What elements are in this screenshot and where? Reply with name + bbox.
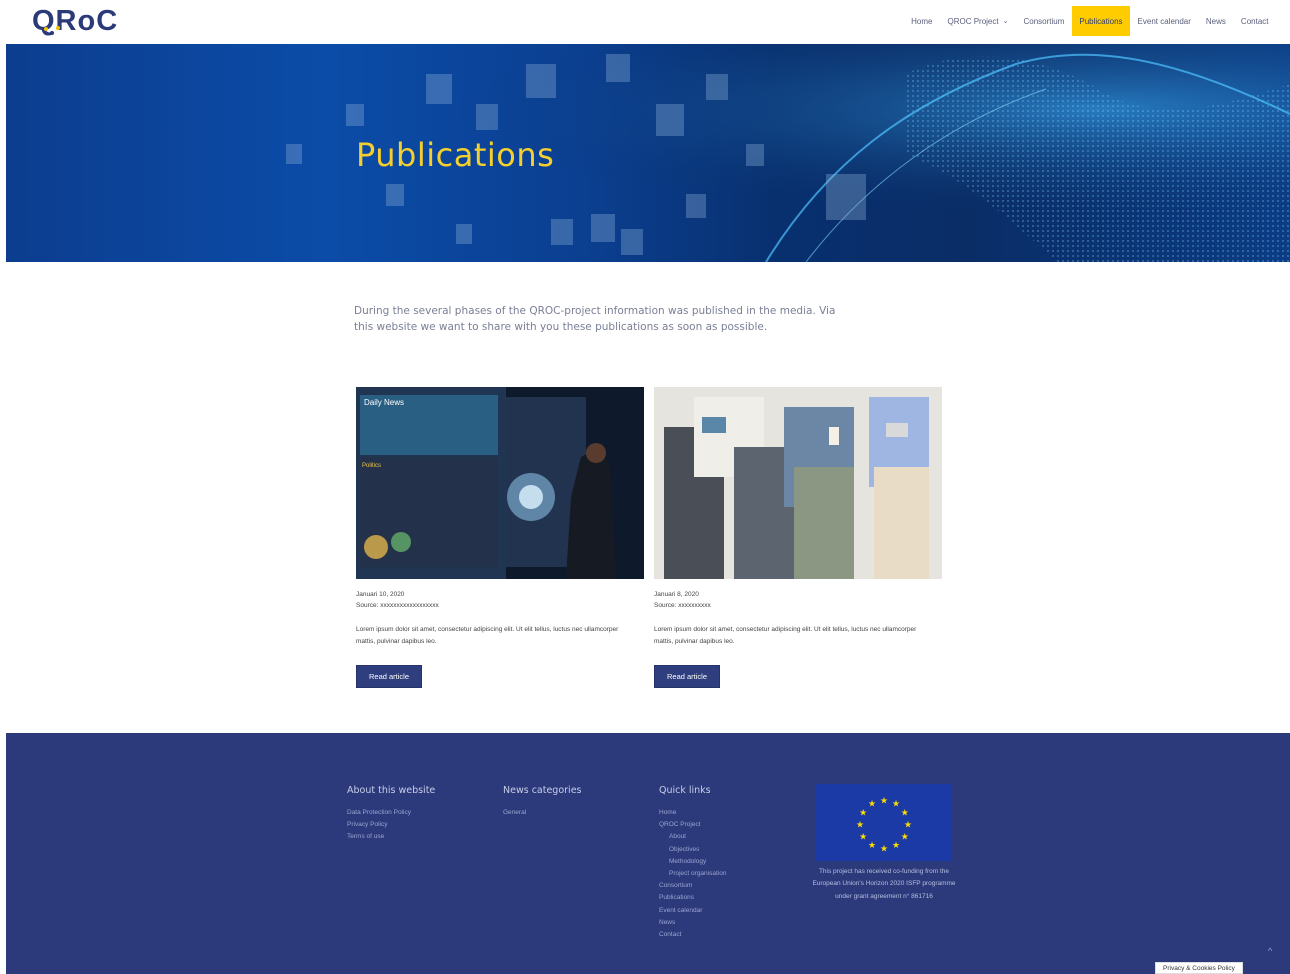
nav-item-label: Event calendar bbox=[1137, 16, 1191, 26]
footer-link[interactable]: Objectives bbox=[659, 844, 726, 856]
footer-about: About this website Data Protection Polic… bbox=[347, 785, 435, 844]
footer-quick-heading: Quick links bbox=[659, 785, 711, 796]
site-footer: About this website Data Protection Polic… bbox=[6, 733, 1290, 974]
publication-excerpt: Lorem ipsum dolor sit amet, consectetur … bbox=[654, 626, 917, 645]
footer-link[interactable]: About bbox=[659, 831, 726, 843]
footer-link[interactable]: QROC Project bbox=[659, 819, 726, 831]
intro-text: During the several phases of the QROC-pr… bbox=[354, 305, 836, 333]
read-article-button[interactable]: Read article bbox=[356, 665, 423, 688]
publication-date: Januari 8, 2020 bbox=[654, 591, 699, 598]
footer-link[interactable]: Privacy Policy bbox=[347, 819, 435, 831]
svg-text:Politics: Politics bbox=[362, 463, 381, 469]
footer-quick-links: Quick links Home QROC Project About Objecti… bbox=[659, 785, 726, 941]
eu-funding-text: This project has received co-funding fro… bbox=[812, 868, 956, 900]
nav-item-news[interactable]: News bbox=[1198, 6, 1233, 36]
footer-link[interactable]: Contact bbox=[659, 929, 726, 941]
read-article-button[interactable]: Read article bbox=[654, 665, 721, 688]
hero-background-image bbox=[6, 44, 1290, 262]
nav-item-label: QROC Project bbox=[947, 16, 999, 26]
nav-item-consortium[interactable]: Consortium bbox=[1016, 6, 1072, 36]
footer-link[interactable]: Consortium bbox=[659, 880, 726, 892]
nav-item-contact[interactable]: Contact bbox=[1233, 6, 1276, 36]
eu-star-icon: ★ bbox=[901, 807, 909, 817]
site-logo[interactable]: QRoC bbox=[32, 5, 118, 37]
cookie-policy-button[interactable]: Privacy & Cookies Policy bbox=[1155, 962, 1243, 974]
eu-star-icon: ★ bbox=[856, 819, 864, 829]
footer-news-heading: News categories bbox=[503, 785, 582, 796]
nav-item-label: Consortium bbox=[1023, 16, 1065, 26]
publication-image[interactable]: Daily News Politics bbox=[356, 387, 644, 579]
svg-text:Daily News: Daily News bbox=[364, 398, 404, 407]
publication-card: Daily News Politics Januari 10, 2020 Sou… bbox=[356, 387, 644, 688]
eu-star-icon: ★ bbox=[868, 799, 876, 809]
logo-text: QRoC bbox=[32, 4, 119, 37]
page-title: Publications bbox=[356, 136, 555, 174]
scroll-to-top-icon[interactable]: ^ bbox=[1268, 946, 1272, 956]
footer-link[interactable]: News bbox=[659, 917, 726, 929]
nav-item-qroc-project[interactable]: QROC Project ⌄ bbox=[940, 6, 1016, 36]
publication-image[interactable] bbox=[654, 387, 942, 579]
eu-star-icon: ★ bbox=[901, 831, 909, 841]
site-header: QRoC Home QROC Project ⌄ Consortium Publicat… bbox=[0, 0, 1290, 44]
eu-star-icon: ★ bbox=[859, 807, 867, 817]
eu-star-icon: ★ bbox=[904, 819, 912, 829]
publication-card: Januari 8, 2020 Source: xxxxxxxxxx Lorem… bbox=[654, 387, 942, 688]
eu-star-icon: ★ bbox=[892, 840, 900, 850]
chevron-down-icon: ⌄ bbox=[1002, 18, 1009, 25]
footer-about-heading: About this website bbox=[347, 785, 436, 796]
nav-item-publications[interactable]: Publications bbox=[1071, 6, 1131, 36]
eu-star-icon: ★ bbox=[868, 840, 876, 850]
publication-date: Januari 10, 2020 bbox=[356, 591, 405, 598]
nav-item-label: Publications bbox=[1079, 16, 1123, 26]
footer-news-categories: News categories General bbox=[503, 785, 582, 819]
footer-link[interactable]: Project organisation bbox=[659, 868, 726, 880]
nav-item-event-calendar[interactable]: Event calendar bbox=[1130, 6, 1198, 36]
eu-star-icon: ★ bbox=[880, 843, 888, 853]
footer-link[interactable]: Publications bbox=[659, 892, 726, 904]
eu-flag-icon: ★ ★ ★ ★ ★ ★ ★ ★ ★ ★ ★ ★ bbox=[816, 784, 952, 861]
main-nav: Home QROC Project ⌄ Consortium Publications E… bbox=[904, 6, 1276, 36]
footer-link[interactable]: General bbox=[503, 807, 582, 819]
footer-link[interactable]: Home bbox=[659, 807, 726, 819]
publication-source: Source: xxxxxxxxxxxxxxxxxx bbox=[356, 602, 439, 609]
publication-excerpt: Lorem ipsum dolor sit amet, consectetur … bbox=[356, 626, 619, 645]
footer-link[interactable]: Event calendar bbox=[659, 905, 726, 917]
footer-link[interactable]: Data Protection Policy bbox=[347, 807, 435, 819]
nav-item-home[interactable]: Home bbox=[904, 6, 940, 36]
footer-link[interactable]: Methodology bbox=[659, 856, 726, 868]
hero-banner: Publications bbox=[6, 44, 1290, 262]
eu-star-icon: ★ bbox=[892, 799, 900, 809]
nav-item-label: Contact bbox=[1240, 16, 1269, 26]
eu-star-icon: ★ bbox=[880, 795, 888, 805]
nav-item-label: Home bbox=[911, 16, 933, 26]
footer-link[interactable]: Terms of use bbox=[347, 831, 435, 843]
eu-star-icon: ★ bbox=[859, 831, 867, 841]
publication-source: Source: xxxxxxxxxx bbox=[654, 602, 711, 609]
nav-item-label: News bbox=[1205, 16, 1226, 26]
